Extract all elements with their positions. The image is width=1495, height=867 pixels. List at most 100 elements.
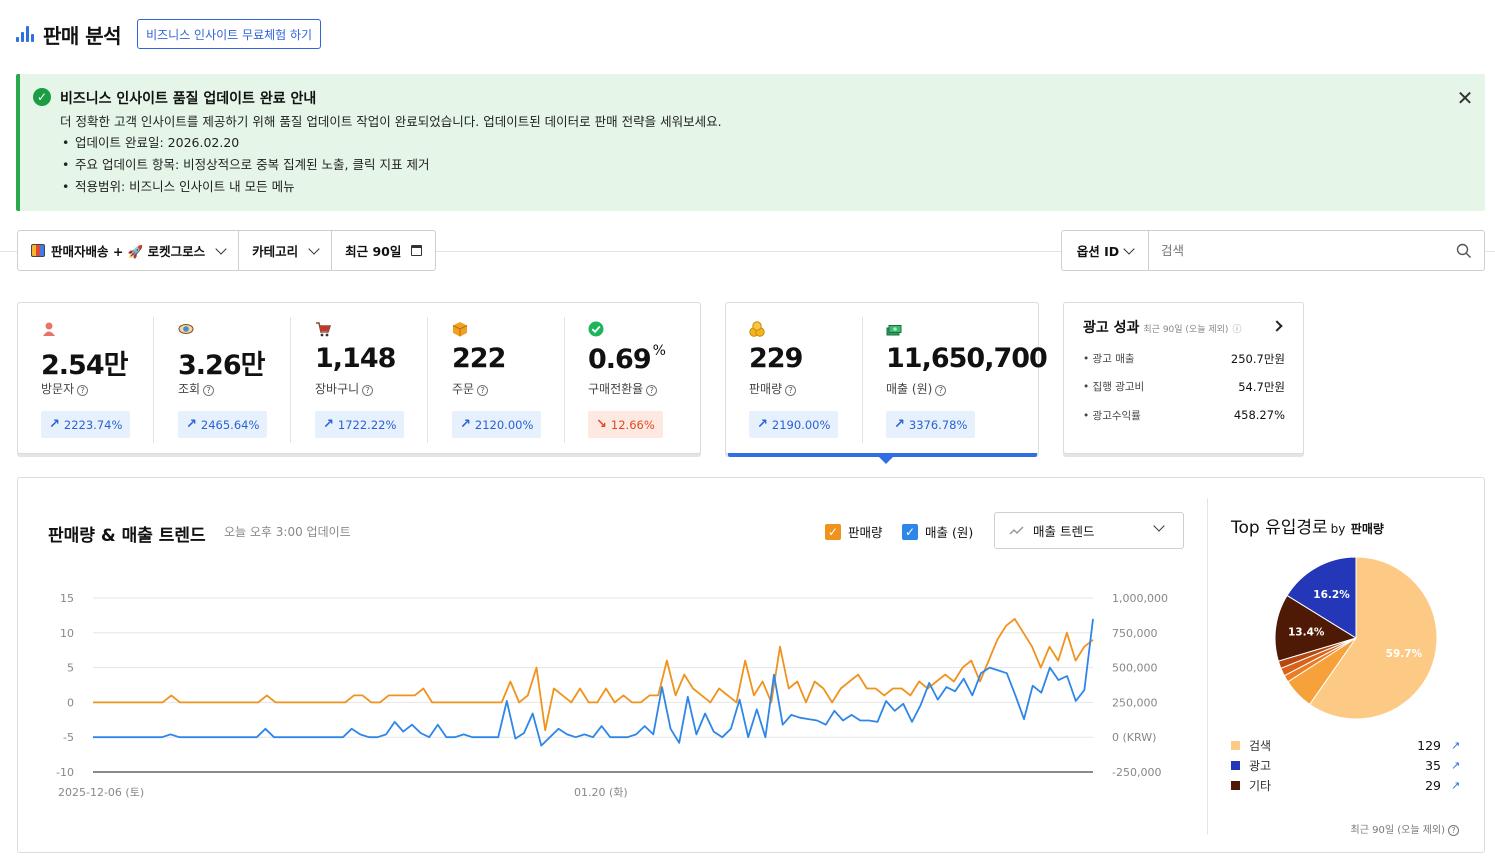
kpi-label: 판매량? (749, 380, 797, 397)
y-right-tick-label: -250,000 (1112, 766, 1161, 779)
person-icon (41, 321, 57, 337)
pie-slice-label: 13.4% (1288, 626, 1325, 638)
trend-line-chart: 15 1,000,000 10 750,000 5 500,000 0 250,000 -5 0 … (56, 592, 1168, 799)
legend-name: 기타 (1249, 778, 1272, 793)
external-link-icon[interactable]: ↗ (1451, 779, 1461, 792)
legend-count: 35 (1425, 757, 1441, 773)
period-filter-label: 최근 90일 (345, 244, 402, 259)
kpi-sales-qty[interactable]: 229 판매량? ↗ 2190.00% (749, 317, 886, 443)
free-trial-button[interactable]: 비즈니스 인사이트 무료체험 하기 (137, 19, 322, 49)
kpi-change-badge: ↗ 2190.00% (749, 411, 839, 438)
pie-legend-row[interactable]: 검색 129 ↗ (1231, 735, 1461, 755)
check-icon (588, 321, 604, 337)
page-header: 판매 분석 비즈니스 인사이트 무료체험 하기 (16, 18, 322, 50)
legend-name: 광고 (1249, 758, 1272, 773)
notice-list: 업데이트 완료일: 2026.02.20 주요 업데이트 항목: 비정상적으로 … (60, 132, 429, 198)
notice-description: 더 정확한 고객 인사이트를 제공하기 위해 품질 업데이트 작업이 완료되었습… (60, 114, 722, 129)
kpi-change-badge: ↘ 12.66% (588, 411, 663, 438)
pie-legend-row[interactable]: 광고 35 ↗ (1231, 755, 1461, 775)
ad-performance-card[interactable]: 광고 성과최근 90일 (오늘 제외)ⓘ 광고 매출250.7만원 집행 광고비… (1063, 302, 1304, 454)
trend-panel: 판매량 & 매출 트렌드 오늘 오후 3:00 업데이트 ✓ 판매량 ✓ 매출 … (17, 477, 1485, 853)
ad-row: 광고수익률458.27% (1083, 408, 1285, 423)
kpi-change-badge: ↗ 1722.22% (315, 411, 405, 438)
ad-row: 집행 광고비54.7만원 (1083, 379, 1285, 395)
y-right-tick-label: 500,000 (1112, 662, 1158, 675)
legend-name: 검색 (1249, 738, 1272, 753)
update-notice-banner: ✓ 비즈니스 인사이트 품질 업데이트 완료 안내 더 정확한 고객 인사이트를… (16, 74, 1485, 211)
help-icon: ? (785, 385, 797, 396)
legend-swatch (1231, 780, 1240, 790)
traffic-kpi-card: 2.54만 방문자? ↗ 2223.74% 3.26만 조회? ↗ 2465.64%… (17, 302, 701, 454)
divider (564, 317, 565, 443)
help-icon: ? (77, 385, 89, 396)
series-line-1 (93, 618, 1094, 747)
sales-kpi-card[interactable]: 229 판매량? ↗ 2190.00% 11,650,700 매출 (원)? ↗ 3… (725, 302, 1048, 454)
kpi-label: 장바구니? (315, 380, 374, 397)
help-icon: ? (203, 385, 215, 396)
kpi-value: 229 (749, 343, 803, 374)
selected-pointer (878, 456, 894, 464)
calendar-icon (411, 245, 423, 256)
period-filter-button[interactable]: 최근 90일 (332, 231, 435, 270)
search-icon[interactable] (1444, 231, 1484, 270)
y-right-tick-label: 250,000 (1112, 696, 1158, 709)
box-icon (452, 321, 468, 337)
kpi-label: 매출 (원)? (886, 380, 947, 397)
ad-row: 광고 매출250.7만원 (1083, 351, 1285, 367)
coins-icon (749, 321, 765, 337)
pie-slice-label: 59.7% (1386, 648, 1423, 660)
page-title: 판매 분석 (43, 23, 122, 48)
chevron-down-icon (1123, 242, 1135, 255)
kpi-label: 주문? (452, 380, 489, 397)
y-left-tick-label: -5 (63, 731, 74, 744)
help-icon: ? (935, 385, 947, 396)
option-search: 옵션 ID (1061, 230, 1485, 271)
kpi-visitors[interactable]: 2.54만 방문자? ↗ 2223.74% (41, 317, 178, 443)
kpi-change-badge: ↗ 2465.64% (178, 411, 268, 438)
delivery-filter-dropdown[interactable]: 판매자배송 + 🚀 로켓그로스 (18, 231, 240, 270)
search-input[interactable] (1149, 231, 1444, 270)
y-right-tick-label: 750,000 (1112, 627, 1158, 640)
y-right-tick-label: 0 (KRW) (1112, 731, 1156, 744)
category-filter-label: 카테고리 (252, 244, 299, 259)
kpi-label: 방문자? (41, 380, 89, 397)
close-icon[interactable]: ✕ (1453, 86, 1477, 110)
notice-item: 업데이트 완료일: 2026.02.20 (60, 132, 429, 154)
category-filter-dropdown[interactable]: 카테고리 (239, 231, 333, 270)
x-tick-label: 01.20 (화) (574, 786, 628, 799)
y-left-tick-label: 10 (60, 627, 74, 640)
kpi-views[interactable]: 3.26만 조회? ↗ 2465.64% (178, 317, 315, 443)
kpi-change-badge: ↗ 2120.00% (452, 411, 542, 438)
kpi-revenue[interactable]: 11,650,700 매출 (원)? ↗ 3376.78% (886, 317, 1048, 443)
bar-chart-icon (16, 26, 36, 42)
kpi-cart[interactable]: 1,148 장바구니? ↗ 1722.22% (315, 317, 452, 443)
chevron-right-icon[interactable] (1271, 320, 1283, 332)
y-left-tick-label: 0 (67, 696, 74, 709)
ad-title: 광고 성과 최근 90일 (오늘 제외) ⓘ (1083, 320, 1242, 336)
external-link-icon[interactable]: ↗ (1451, 759, 1461, 772)
pie-legend-row[interactable]: 기타 29 ↗ (1231, 775, 1461, 795)
option-id-label: 옵션 ID (1076, 244, 1120, 259)
kpi-value: 2.54만 (41, 350, 128, 381)
kpi-conversion[interactable]: 0.69% 구매전환율? ↘ 12.66% (588, 317, 725, 443)
y-left-tick-label: 15 (60, 592, 74, 605)
help-icon: ? (362, 385, 374, 396)
kpi-value: 0.69% (588, 343, 666, 375)
kpi-value: 1,148 (315, 343, 396, 374)
kpi-change-badge: ↗ 2223.74% (41, 411, 131, 438)
option-id-dropdown[interactable]: 옵션 ID (1062, 231, 1149, 270)
series-line-0 (93, 617, 1094, 732)
legend-swatch (1231, 740, 1240, 750)
external-link-icon[interactable]: ↗ (1451, 739, 1461, 752)
cart-icon (315, 321, 332, 337)
y-left-tick-label: -10 (56, 766, 74, 779)
check-circle-icon: ✓ (33, 88, 51, 106)
divider (1207, 498, 1208, 834)
chevron-down-icon (215, 242, 227, 255)
chevron-down-icon (308, 242, 320, 255)
divider (153, 317, 154, 443)
kpi-orders[interactable]: 222 주문? ↗ 2120.00% (452, 317, 589, 443)
kpi-value: 11,650,700 (886, 343, 1048, 374)
legend-count: 129 (1417, 737, 1441, 753)
pie-slice-label: 16.2% (1313, 589, 1350, 601)
